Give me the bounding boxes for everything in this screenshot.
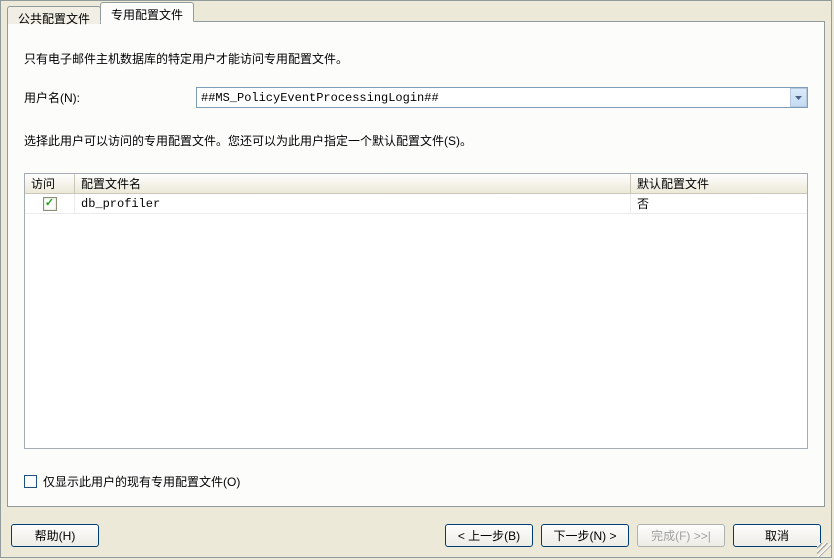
tab-panel-private: 只有电子邮件主机数据库的特定用户才能访问专用配置文件。 用户名(N): ##MS… xyxy=(7,21,825,507)
finish-button: 完成(F) >>| xyxy=(637,524,725,547)
table-row[interactable]: ✓ db_profiler 否 xyxy=(25,194,807,214)
description-access: 只有电子邮件主机数据库的特定用户才能访问专用配置文件。 xyxy=(24,50,808,67)
wizard-button-bar: 帮助(H) < 上一步(B) 下一步(N) > 完成(F) >>| 取消 xyxy=(11,524,821,547)
checkbox-access[interactable]: ✓ xyxy=(43,197,57,211)
checkmark-icon: ✓ xyxy=(45,198,54,209)
col-header-access[interactable]: 访问 xyxy=(25,174,75,193)
next-button[interactable]: 下一步(N) > xyxy=(541,524,629,547)
resize-grip-icon[interactable] xyxy=(817,543,831,557)
show-only-label[interactable]: 仅显示此用户的现有专用配置文件(O) xyxy=(43,473,240,490)
chevron-down-icon[interactable] xyxy=(790,88,807,107)
cell-default[interactable]: 否 xyxy=(631,194,807,213)
dialog-container: 公共配置文件 专用配置文件 只有电子邮件主机数据库的特定用户才能访问专用配置文件… xyxy=(0,0,832,558)
username-dropdown[interactable]: ##MS_PolicyEventProcessingLogin## xyxy=(196,87,808,108)
profiles-table: 访问 配置文件名 默认配置文件 ✓ db_profiler 否 xyxy=(24,173,808,449)
cancel-button[interactable]: 取消 xyxy=(733,524,821,547)
username-value: ##MS_PolicyEventProcessingLogin## xyxy=(201,91,790,105)
username-row: 用户名(N): ##MS_PolicyEventProcessingLogin#… xyxy=(24,87,808,108)
cell-access-checkbox[interactable]: ✓ xyxy=(25,194,75,213)
tab-public-profiles[interactable]: 公共配置文件 xyxy=(7,6,101,24)
table-header-row: 访问 配置文件名 默认配置文件 xyxy=(25,174,807,194)
description-select: 选择此用户可以访问的专用配置文件。您还可以为此用户指定一个默认配置文件(S)。 xyxy=(24,132,808,149)
cell-profile-name: db_profiler xyxy=(75,194,631,213)
show-only-checkbox[interactable] xyxy=(24,475,37,488)
back-button[interactable]: < 上一步(B) xyxy=(445,524,533,547)
tab-private-profiles[interactable]: 专用配置文件 xyxy=(100,2,194,22)
col-header-default[interactable]: 默认配置文件 xyxy=(631,174,807,193)
username-label: 用户名(N): xyxy=(24,89,196,106)
help-button[interactable]: 帮助(H) xyxy=(11,524,99,547)
tab-strip: 公共配置文件 专用配置文件 xyxy=(7,2,193,22)
show-only-row: 仅显示此用户的现有专用配置文件(O) xyxy=(24,473,240,490)
col-header-profile-name[interactable]: 配置文件名 xyxy=(75,174,631,193)
